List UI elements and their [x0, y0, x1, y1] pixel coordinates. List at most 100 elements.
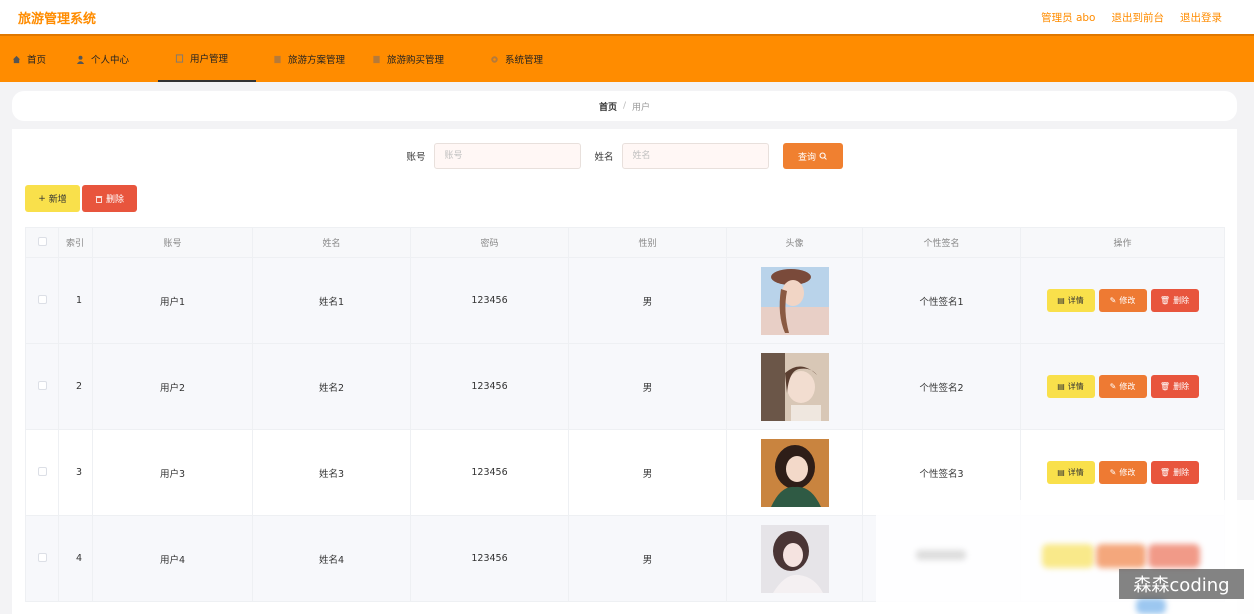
avatar	[760, 524, 829, 593]
batch-delete-button[interactable]: 删除	[82, 185, 137, 212]
nav-item-users[interactable]: 用户管理	[158, 36, 256, 82]
add-button[interactable]: + 新增	[25, 185, 80, 212]
nav-item-profile[interactable]: 个人中心	[76, 36, 158, 82]
edit-button[interactable]: ✎ 修改	[1098, 375, 1147, 398]
avatar-cell	[726, 429, 863, 516]
column-header: 索引	[58, 227, 93, 258]
detail-button[interactable]: ▤ 详情	[1046, 375, 1095, 398]
edit-label: 修改	[1119, 296, 1136, 305]
nav-label: 旅游购买管理	[387, 55, 445, 66]
breadcrumb-separator: /	[622, 101, 627, 111]
column-header: 操作	[1020, 227, 1225, 258]
add-label: 新增	[48, 195, 67, 205]
ops-cell: ▤ 详情 ✎ 修改 🗑 删除	[1020, 257, 1225, 344]
doc-icon	[373, 55, 380, 63]
detail-label: 详情	[1067, 296, 1084, 305]
password-cell: 123456	[410, 343, 569, 430]
detail-icon: ▤	[1057, 382, 1065, 391]
row-checkbox[interactable]	[37, 552, 47, 562]
main-nav: 首页 个人中心 用户管理 旅游方案管理 旅游购买管理 系统管理	[0, 34, 1254, 82]
avatar-cell	[726, 343, 863, 430]
name-cell: 姓名4	[252, 515, 411, 602]
detail-icon: ▤	[1057, 296, 1065, 305]
avatar-cell	[726, 515, 863, 602]
name-label: 姓名	[594, 152, 614, 163]
query-label: 查询	[798, 152, 817, 163]
trash-icon: 🗑	[1159, 382, 1171, 391]
nav-label: 个人中心	[91, 55, 130, 66]
row-checkbox[interactable]	[37, 380, 47, 390]
column-header: 账号	[92, 227, 253, 258]
password-cell: 123456	[410, 429, 569, 516]
front-link[interactable]: 退出到前台	[1112, 10, 1165, 25]
signature-cell: 个性签名1	[862, 257, 1021, 344]
column-header: 性别	[568, 227, 727, 258]
account-label: 账号	[406, 152, 426, 163]
gender-cell: 男	[568, 343, 727, 430]
avatar	[760, 266, 829, 335]
row-select-cell[interactable]	[25, 257, 59, 344]
detail-label: 详情	[1067, 468, 1084, 477]
avatar	[760, 438, 829, 507]
nav-item-travel-plans[interactable]: 旅游方案管理	[256, 36, 372, 82]
delete-label: 删除	[1173, 468, 1190, 477]
detail-button[interactable]: ▤ 详情	[1046, 461, 1095, 484]
column-header: 姓名	[252, 227, 411, 258]
row-select-cell[interactable]	[25, 429, 59, 516]
edit-button[interactable]: ✎ 修改	[1098, 289, 1147, 312]
edit-button[interactable]: ✎ 修改	[1098, 461, 1147, 484]
app-title: 旅游管理系统	[18, 11, 97, 27]
select-all-checkbox[interactable]	[37, 236, 47, 246]
nav-item-home[interactable]: 首页	[12, 36, 76, 82]
gear-icon	[491, 55, 498, 63]
trash-icon: 🗑	[1159, 296, 1171, 305]
column-header: 个性签名	[862, 227, 1021, 258]
nav-label: 旅游方案管理	[288, 55, 346, 66]
top-header: 旅游管理系统 管理员 abo 退出到前台 退出登录	[0, 0, 1254, 34]
table-header-row: 索引 账号 姓名 密码 性别 头像 个性签名 操作	[25, 227, 1225, 258]
detail-button[interactable]: ▤ 详情	[1046, 289, 1095, 312]
doc-icon	[175, 53, 184, 63]
query-button[interactable]: 查询	[782, 143, 843, 169]
nav-item-system[interactable]: 系统管理	[490, 36, 580, 82]
account-cell: 用户3	[92, 429, 253, 516]
row-checkbox[interactable]	[37, 294, 47, 304]
account-cell: 用户1	[92, 257, 253, 344]
index-cell: 3	[58, 429, 93, 516]
table-row: 2 用户2 姓名2 123456 男 个性签名2 ▤ 详情 ✎ 修改 🗑 删除	[25, 343, 1225, 430]
name-search-input[interactable]	[621, 143, 769, 169]
account-search-input[interactable]	[433, 143, 581, 169]
column-header: 密码	[410, 227, 569, 258]
signature-cell: 个性签名2	[862, 343, 1021, 430]
trash-icon	[95, 195, 103, 203]
plus-icon: +	[38, 193, 46, 204]
delete-label: 删除	[1173, 382, 1190, 391]
row-delete-button[interactable]: 🗑 删除	[1150, 289, 1199, 312]
account-cell: 用户2	[92, 343, 253, 430]
select-all-cell[interactable]	[25, 227, 59, 258]
nav-item-travel-purchases[interactable]: 旅游购买管理	[372, 36, 490, 82]
avatar	[760, 352, 829, 421]
row-select-cell[interactable]	[25, 343, 59, 430]
name-cell: 姓名3	[252, 429, 411, 516]
edit-label: 修改	[1119, 468, 1136, 477]
name-cell: 姓名1	[252, 257, 411, 344]
breadcrumb-home[interactable]: 首页	[599, 100, 617, 113]
row-checkbox[interactable]	[37, 466, 47, 476]
column-header: 头像	[726, 227, 863, 258]
search-bar: 账号 姓名 查询	[12, 143, 1237, 169]
logout-link[interactable]: 退出登录	[1180, 10, 1222, 25]
row-delete-button[interactable]: 🗑 删除	[1150, 375, 1199, 398]
edit-icon: ✎	[1109, 382, 1117, 391]
row-delete-button[interactable]: 🗑 删除	[1150, 461, 1199, 484]
nav-label: 系统管理	[505, 55, 544, 66]
account-cell: 用户4	[92, 515, 253, 602]
detail-label: 详情	[1067, 382, 1084, 391]
ops-cell: ▤ 详情 ✎ 修改 🗑 删除	[1020, 343, 1225, 430]
row-select-cell[interactable]	[25, 515, 59, 602]
nav-label: 首页	[27, 55, 47, 66]
admin-label[interactable]: 管理员 abo	[1041, 10, 1095, 25]
breadcrumb: 首页 / 用户	[12, 91, 1237, 121]
name-cell: 姓名2	[252, 343, 411, 430]
index-cell: 2	[58, 343, 93, 430]
